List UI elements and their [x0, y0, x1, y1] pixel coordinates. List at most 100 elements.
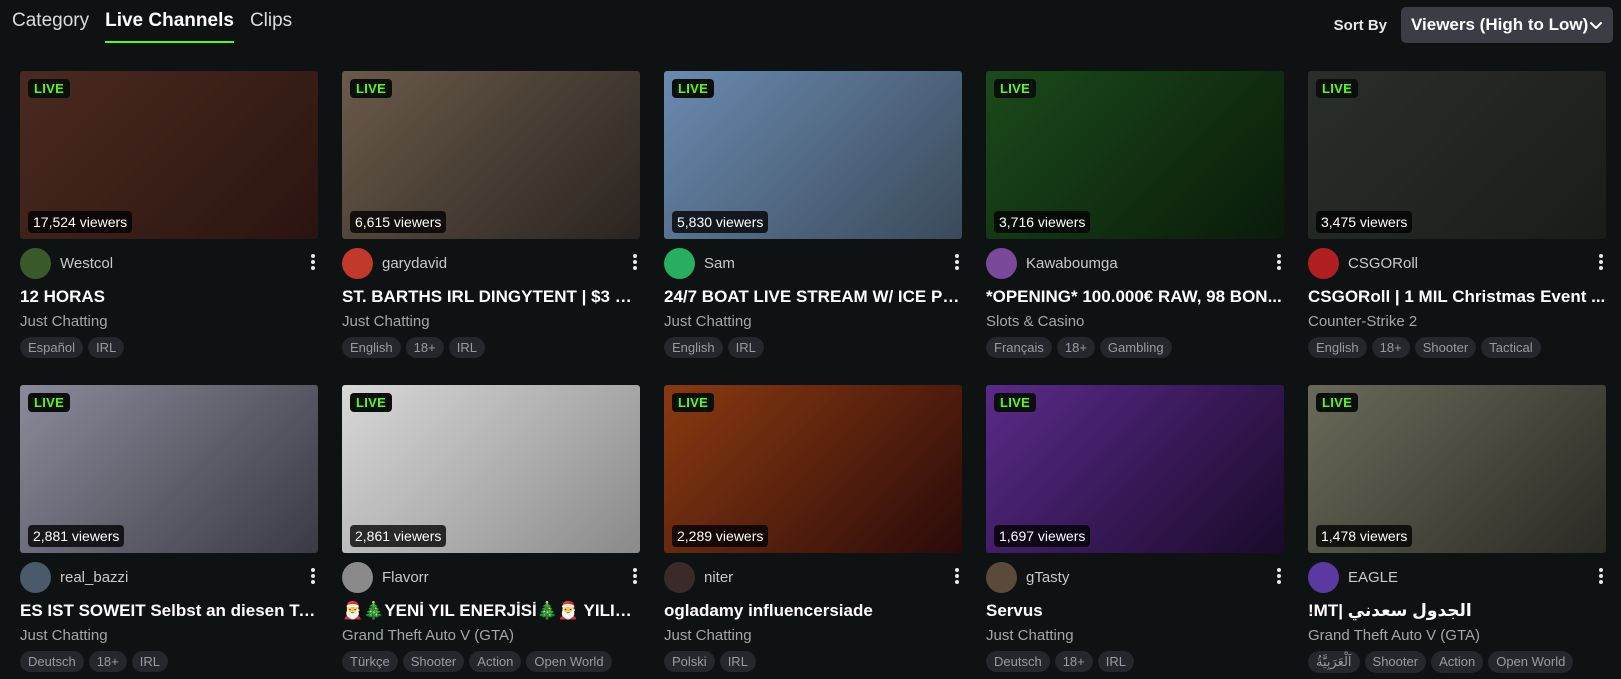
- stream-category[interactable]: Just Chatting: [20, 313, 318, 330]
- stream-title[interactable]: CSGORoll | 1 MIL Christmas Event ...: [1308, 287, 1606, 307]
- tag[interactable]: Français: [986, 337, 1052, 358]
- streamer-name[interactable]: Sam: [704, 255, 735, 272]
- avatar[interactable]: [664, 247, 695, 279]
- tag[interactable]: Gambling: [1099, 337, 1172, 358]
- stream-category[interactable]: Just Chatting: [986, 627, 1284, 644]
- tag[interactable]: Deutsch: [986, 651, 1050, 672]
- streamer-name[interactable]: niter: [704, 569, 733, 586]
- stream-thumbnail[interactable]: LIVE 3,475 viewers: [1308, 71, 1606, 239]
- more-options-icon[interactable]: [954, 568, 960, 586]
- avatar[interactable]: [342, 247, 373, 279]
- stream-title[interactable]: 12 HORAS: [20, 287, 318, 307]
- sort-dropdown[interactable]: Viewers (High to Low): [1401, 7, 1613, 43]
- stream-card[interactable]: LIVE 2,289 viewers niter ogladamy influe…: [664, 385, 962, 679]
- tag[interactable]: 18+: [1056, 337, 1095, 358]
- tag[interactable]: IRL: [719, 651, 756, 672]
- stream-category[interactable]: Grand Theft Auto V (GTA): [342, 627, 640, 644]
- tab-live-channels[interactable]: Live Channels: [105, 10, 234, 43]
- avatar[interactable]: [986, 561, 1017, 593]
- avatar[interactable]: [986, 247, 1017, 279]
- more-options-icon[interactable]: [1598, 568, 1604, 586]
- tag[interactable]: 18+: [405, 337, 444, 358]
- stream-thumbnail[interactable]: LIVE 2,289 viewers: [664, 385, 962, 553]
- streamer-name[interactable]: Westcol: [60, 255, 113, 272]
- tag[interactable]: Tactical: [1481, 337, 1541, 358]
- tag[interactable]: Shooter: [1414, 337, 1477, 358]
- tag[interactable]: IRL: [131, 651, 168, 672]
- stream-category[interactable]: Grand Theft Auto V (GTA): [1308, 627, 1606, 644]
- streamer-name[interactable]: Flavorr: [382, 569, 429, 586]
- more-options-icon[interactable]: [632, 568, 638, 586]
- stream-title[interactable]: ST. BARTHS IRL DINGYTENT | $3 TTS: [342, 287, 640, 307]
- stream-title[interactable]: 24/7 BOAT LIVE STREAM W/ ICE PO...: [664, 287, 962, 307]
- more-options-icon[interactable]: [1598, 254, 1604, 272]
- stream-thumbnail[interactable]: LIVE 5,830 viewers: [664, 71, 962, 239]
- tag[interactable]: English: [1308, 337, 1367, 358]
- avatar[interactable]: [20, 247, 51, 279]
- stream-thumbnail[interactable]: LIVE 2,881 viewers: [20, 385, 318, 553]
- stream-card[interactable]: LIVE 2,861 viewers Flavorr 🎅🎄YENİ YIL EN…: [342, 385, 640, 679]
- stream-thumbnail[interactable]: LIVE 17,524 viewers: [20, 71, 318, 239]
- streamer-name[interactable]: garydavid: [382, 255, 447, 272]
- stream-title[interactable]: !MT| الجدول سعدني: [1308, 601, 1606, 621]
- more-options-icon[interactable]: [310, 568, 316, 586]
- stream-card[interactable]: LIVE 17,524 viewers Westcol 12 HORAS Jus…: [20, 71, 318, 365]
- stream-card[interactable]: LIVE 6,615 viewers garydavid ST. BARTHS …: [342, 71, 640, 365]
- more-options-icon[interactable]: [310, 254, 316, 272]
- streamer-name[interactable]: real_bazzi: [60, 569, 128, 586]
- stream-category[interactable]: Slots & Casino: [986, 313, 1284, 330]
- streamer-name[interactable]: CSGORoll: [1348, 255, 1418, 272]
- more-options-icon[interactable]: [954, 254, 960, 272]
- tag[interactable]: Action: [469, 651, 522, 672]
- tag[interactable]: 18+: [88, 651, 127, 672]
- stream-thumbnail[interactable]: LIVE 2,861 viewers: [342, 385, 640, 553]
- tag[interactable]: Español: [20, 337, 83, 358]
- stream-card[interactable]: LIVE 3,716 viewers Kawaboumga *OPENING* …: [986, 71, 1284, 365]
- avatar[interactable]: [20, 561, 51, 593]
- stream-category[interactable]: Counter-Strike 2: [1308, 313, 1606, 330]
- tag[interactable]: 18+: [1054, 651, 1093, 672]
- tag[interactable]: اَلْعَرَبِيَّةُ: [1308, 651, 1360, 673]
- stream-title[interactable]: 🎅🎄YENİ YIL ENERJİSİ🎄🎅 YILIN ...: [342, 601, 640, 621]
- stream-thumbnail[interactable]: LIVE 1,478 viewers: [1308, 385, 1606, 553]
- avatar[interactable]: [342, 561, 373, 593]
- tag[interactable]: Action: [1431, 651, 1484, 673]
- stream-card[interactable]: LIVE 2,881 viewers real_bazzi ES IST SOW…: [20, 385, 318, 679]
- stream-card[interactable]: LIVE 1,478 viewers EAGLE !MT| الجدول سعد…: [1308, 385, 1606, 679]
- stream-thumbnail[interactable]: LIVE 3,716 viewers: [986, 71, 1284, 239]
- more-options-icon[interactable]: [1276, 254, 1282, 272]
- tag[interactable]: IRL: [1097, 651, 1134, 672]
- tag[interactable]: Open World: [1488, 651, 1574, 673]
- stream-category[interactable]: Just Chatting: [664, 627, 962, 644]
- tag[interactable]: Polski: [664, 651, 715, 672]
- tab-category[interactable]: Category: [12, 10, 89, 43]
- streamer-name[interactable]: EAGLE: [1348, 569, 1398, 586]
- stream-title[interactable]: *OPENING* 100.000€ RAW, 98 BON...: [986, 287, 1284, 307]
- stream-card[interactable]: LIVE 5,830 viewers Sam 24/7 BOAT LIVE ST…: [664, 71, 962, 365]
- avatar[interactable]: [1308, 247, 1339, 279]
- tag[interactable]: Türkçe: [342, 651, 398, 672]
- avatar[interactable]: [664, 561, 695, 593]
- tag[interactable]: 18+: [1371, 337, 1410, 358]
- tag[interactable]: English: [664, 337, 723, 358]
- tag[interactable]: IRL: [448, 337, 485, 358]
- stream-category[interactable]: Just Chatting: [342, 313, 640, 330]
- streamer-name[interactable]: gTasty: [1026, 569, 1069, 586]
- tag[interactable]: Deutsch: [20, 651, 84, 672]
- tag[interactable]: Shooter: [1364, 651, 1427, 673]
- tag[interactable]: Open World: [526, 651, 612, 672]
- stream-title[interactable]: Servus: [986, 601, 1284, 621]
- tag[interactable]: Shooter: [402, 651, 465, 672]
- stream-category[interactable]: Just Chatting: [664, 313, 962, 330]
- stream-title[interactable]: ogladamy influencersiade: [664, 601, 962, 621]
- more-options-icon[interactable]: [1276, 568, 1282, 586]
- stream-title[interactable]: ES IST SOWEIT Selbst an diesen Tag...: [20, 601, 318, 621]
- stream-thumbnail[interactable]: LIVE 6,615 viewers: [342, 71, 640, 239]
- stream-card[interactable]: LIVE 1,697 viewers gTasty Servus Just Ch…: [986, 385, 1284, 679]
- tag[interactable]: IRL: [727, 337, 764, 358]
- streamer-name[interactable]: Kawaboumga: [1026, 255, 1118, 272]
- stream-category[interactable]: Just Chatting: [20, 627, 318, 644]
- stream-card[interactable]: LIVE 3,475 viewers CSGORoll CSGORoll | 1…: [1308, 71, 1606, 365]
- tag[interactable]: English: [342, 337, 401, 358]
- avatar[interactable]: [1308, 561, 1339, 593]
